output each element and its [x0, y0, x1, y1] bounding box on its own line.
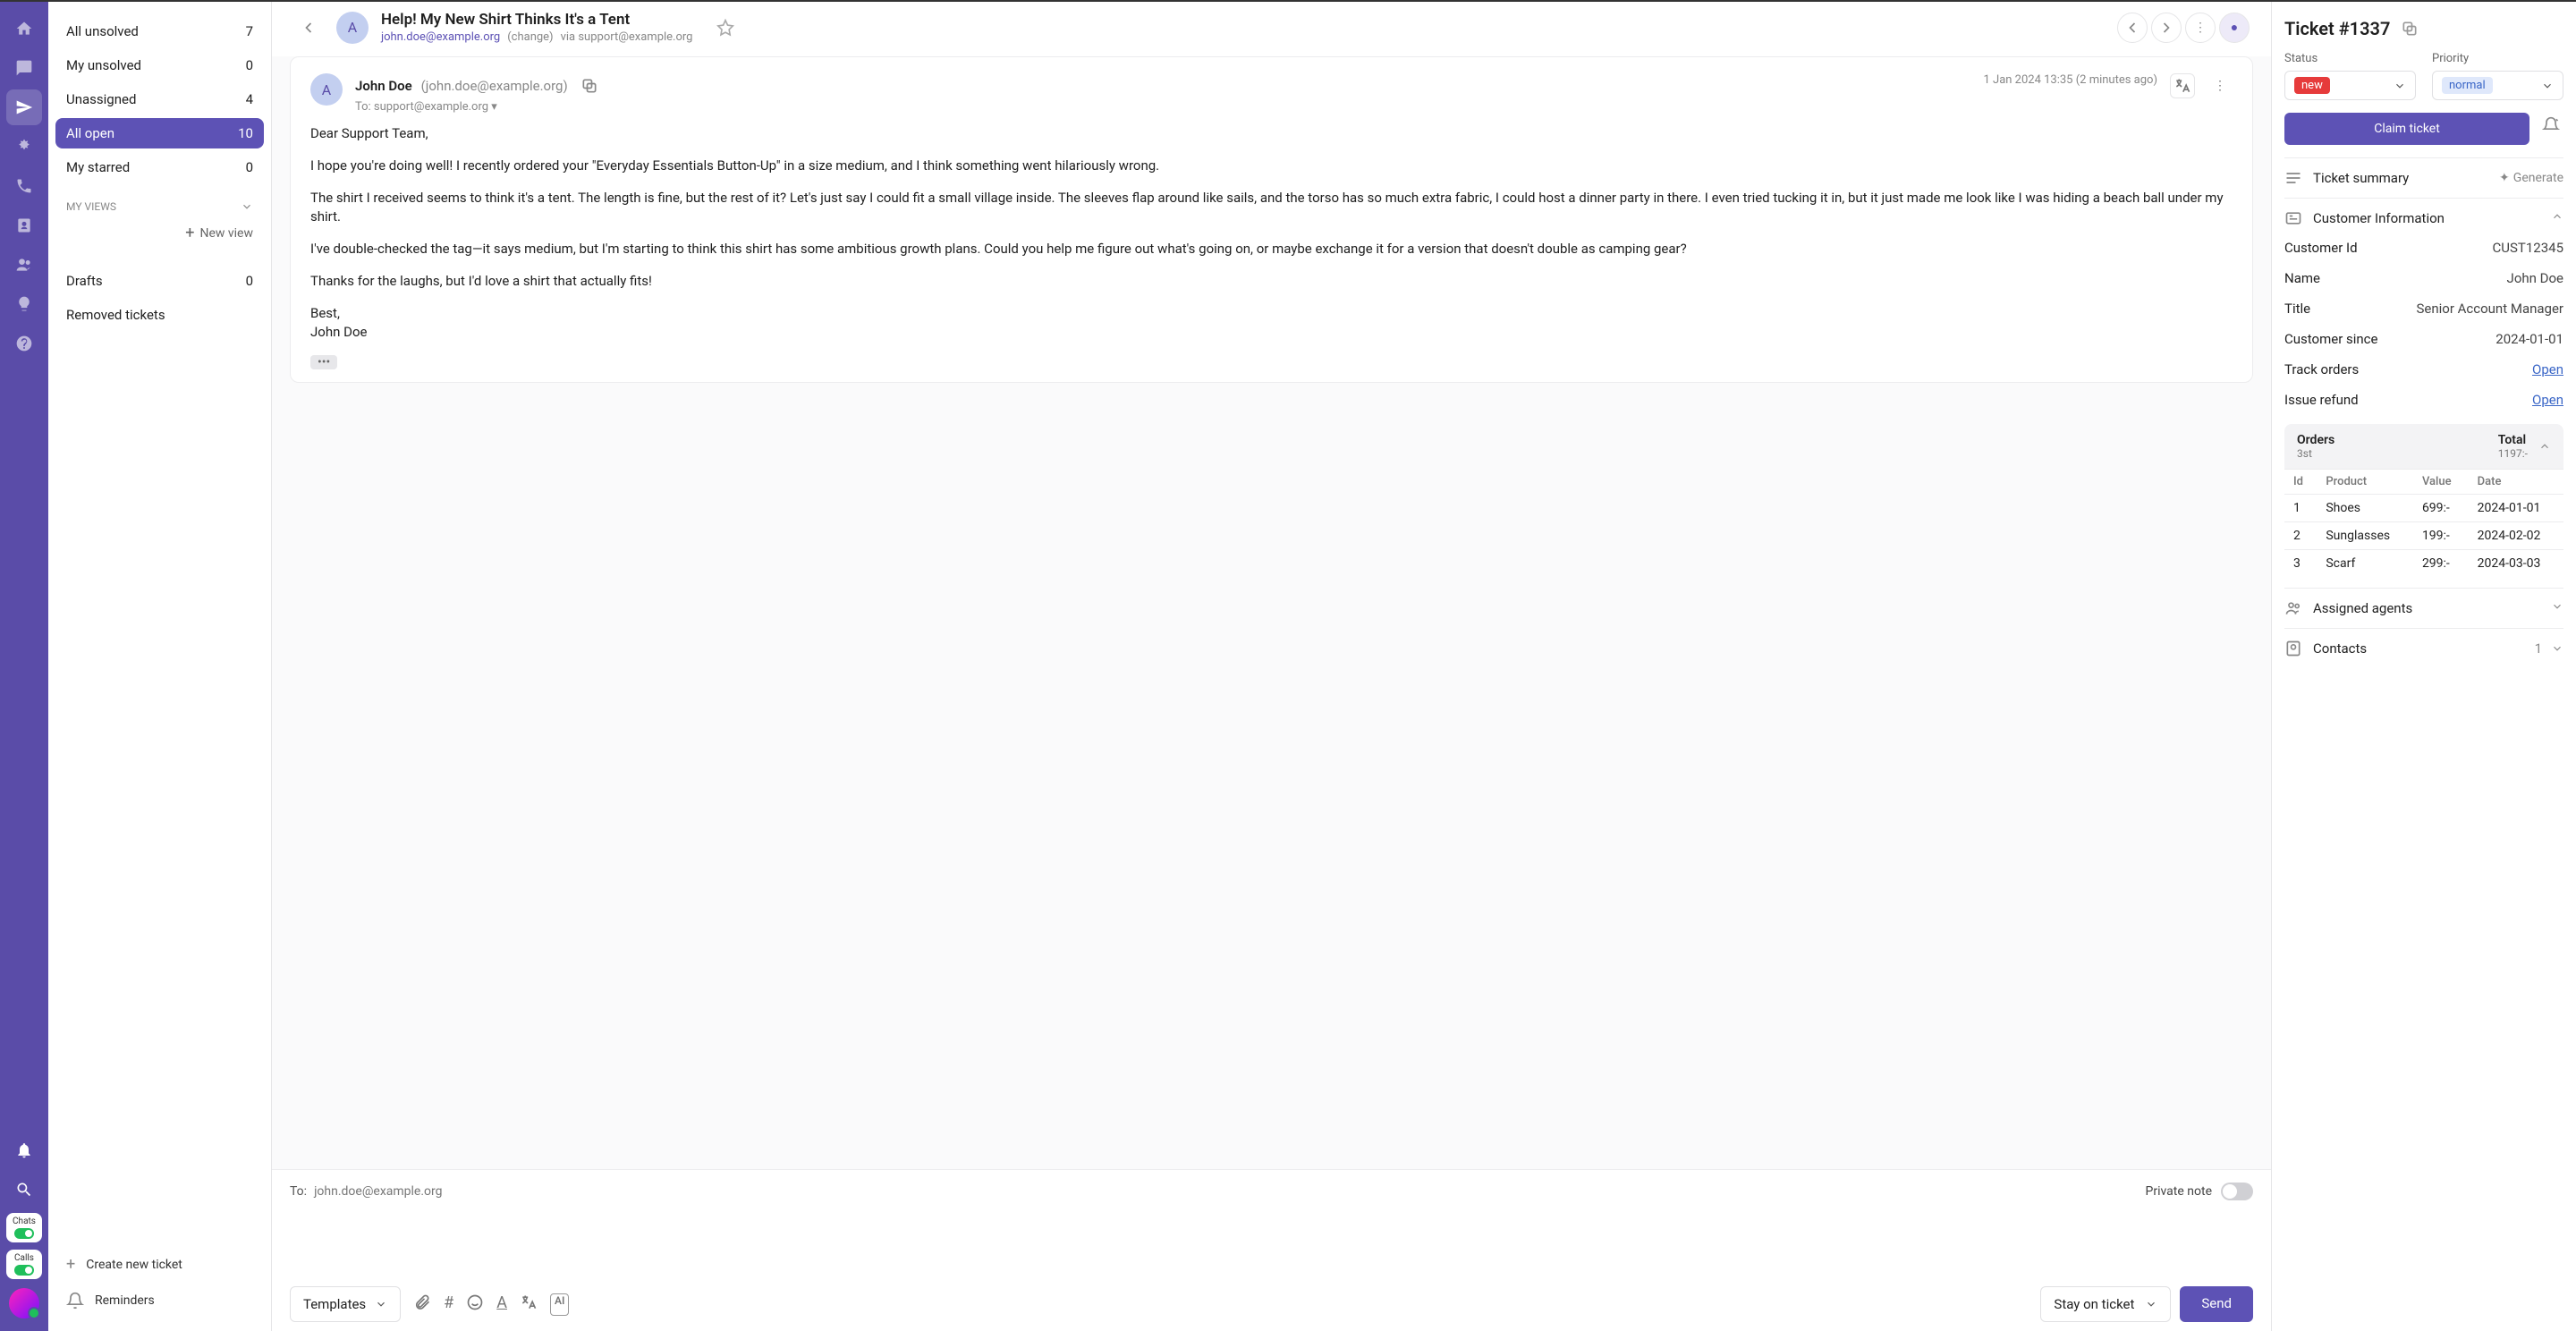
nav-rail: Chats Calls [0, 2, 48, 1331]
message-author-email: (john.doe@example.org) [421, 78, 568, 94]
track-orders-link[interactable]: Open [2532, 361, 2563, 377]
collapse-customer-icon[interactable] [2551, 210, 2563, 226]
generate-button[interactable]: ✦Generate [2499, 171, 2563, 185]
message-avatar: A [310, 73, 343, 106]
message-card: A John Doe (john.doe@example.org) To: su… [290, 56, 2253, 383]
reply-area: To: john.doe@example.org Private note Te… [272, 1169, 2271, 1331]
ticket-more-button[interactable]: ⋮ [2185, 13, 2216, 43]
view-my-unsolved[interactable]: My unsolved0 [55, 50, 264, 81]
status-label: Status [2284, 52, 2416, 65]
order-row: 1Shoes699:-2024-01-01 [2284, 495, 2563, 522]
rail-bulb-icon[interactable] [6, 286, 42, 322]
view-my-starred[interactable]: My starred0 [55, 152, 264, 182]
order-row: 3Scarf299:-2024-03-03 [2284, 550, 2563, 578]
status-select[interactable]: new [2284, 71, 2416, 100]
font-icon[interactable]: A [496, 1293, 507, 1316]
card-icon [2284, 209, 2302, 227]
after-send-select[interactable]: Stay on ticket [2040, 1286, 2171, 1322]
list-icon [2284, 169, 2302, 187]
translate-icon[interactable] [2170, 73, 2195, 98]
rail-contact-icon[interactable] [6, 208, 42, 243]
agents-section[interactable]: Assigned agents [2284, 588, 2563, 628]
to-dropdown-icon[interactable]: ▾ [491, 100, 497, 114]
ticket-avatar: A [336, 12, 369, 44]
rail-people-icon[interactable] [6, 247, 42, 283]
next-ticket-button[interactable] [2151, 13, 2182, 43]
create-ticket-button[interactable]: +Create new ticket [55, 1246, 264, 1283]
contacts-section[interactable]: Contacts 1 [2284, 628, 2563, 668]
people-icon [2284, 599, 2302, 617]
rail-help-icon[interactable] [6, 326, 42, 361]
private-note-label: Private note [2146, 1184, 2212, 1199]
reply-to-value[interactable]: john.doe@example.org [314, 1184, 442, 1199]
ticket-info-button[interactable]: ● [2219, 13, 2250, 43]
orders-box: Orders3st Total1197:- IdProductValueDate… [2284, 424, 2563, 577]
rail-bug-icon[interactable] [6, 129, 42, 165]
ticket-from-email[interactable]: john.doe@example.org [381, 30, 500, 44]
rail-bell-icon[interactable] [6, 1132, 42, 1168]
order-row: 2Sunglasses199:-2024-02-02 [2284, 522, 2563, 550]
ticket-number: Ticket #1337 [2284, 18, 2390, 39]
back-button[interactable] [293, 13, 324, 43]
ticket-via: via support@example.org [561, 30, 693, 44]
priority-select[interactable]: normal [2432, 71, 2563, 100]
view-unassigned[interactable]: Unassigned4 [55, 84, 264, 114]
new-view-button[interactable]: +New view [55, 218, 264, 248]
contact-icon [2284, 640, 2302, 657]
reminders-button[interactable]: Reminders [55, 1283, 264, 1318]
views-sidebar: All unsolved7 My unsolved0 Unassigned4 A… [48, 2, 272, 1331]
view-drafts[interactable]: Drafts0 [55, 266, 264, 296]
hash-icon[interactable]: # [444, 1293, 453, 1316]
prev-ticket-button[interactable] [2117, 13, 2148, 43]
message-body: Dear Support Team, I hope you're doing w… [310, 124, 2233, 343]
expand-quoted-button[interactable]: ••• [310, 355, 337, 369]
claim-ticket-button[interactable]: Claim ticket [2284, 113, 2529, 145]
rail-search-icon[interactable] [6, 1172, 42, 1208]
rail-chats-pill[interactable]: Chats [6, 1213, 42, 1242]
send-button[interactable]: Send [2180, 1286, 2253, 1322]
translate-reply-icon[interactable] [520, 1293, 538, 1316]
summary-section: Ticket summary ✦Generate [2284, 157, 2563, 198]
rail-send-icon[interactable] [6, 89, 42, 125]
attach-icon[interactable] [413, 1293, 431, 1316]
customer-info-label: Customer Information [2313, 210, 2445, 226]
ticket-change-link[interactable]: (change) [507, 30, 553, 44]
copy-email-icon[interactable] [577, 73, 602, 98]
ticket-header: A Help! My New Shirt Thinks It's a Tent … [272, 2, 2271, 56]
rail-chat-icon[interactable] [6, 50, 42, 86]
rail-calls-pill[interactable]: Calls [6, 1250, 42, 1279]
star-button[interactable] [710, 13, 741, 43]
reply-to-label: To: [290, 1184, 307, 1199]
my-views-header[interactable]: MY VIEWS [55, 184, 264, 218]
issue-refund-link[interactable]: Open [2532, 392, 2563, 408]
message-to: To: support@example.org [355, 100, 488, 114]
message-timestamp: 1 Jan 2024 13:35 (2 minutes ago) [1983, 73, 2157, 87]
view-removed[interactable]: Removed tickets [55, 300, 264, 330]
rail-user-avatar[interactable] [9, 1288, 39, 1318]
view-all-unsolved[interactable]: All unsolved7 [55, 16, 264, 47]
rail-phone-icon[interactable] [6, 168, 42, 204]
priority-label: Priority [2432, 52, 2563, 65]
notify-icon[interactable] [2538, 113, 2563, 138]
summary-label: Ticket summary [2313, 170, 2409, 186]
collapse-orders-icon[interactable] [2538, 440, 2551, 453]
details-panel: Ticket #1337 Status new Priority normal … [2272, 2, 2576, 1331]
private-note-toggle[interactable] [2221, 1183, 2253, 1200]
templates-button[interactable]: Templates [290, 1286, 401, 1322]
rail-home-icon[interactable] [6, 11, 42, 47]
copy-ticket-icon[interactable] [2397, 16, 2422, 41]
message-author: John Doe [355, 78, 412, 94]
customer-section: Customer Information Customer IdCUST1234… [2284, 198, 2563, 588]
view-all-open[interactable]: All open10 [55, 118, 264, 148]
ticket-center: A Help! My New Shirt Thinks It's a Tent … [272, 2, 2272, 1331]
ai-icon[interactable]: AI [550, 1293, 569, 1316]
message-more-icon[interactable]: ⋮ [2207, 73, 2233, 98]
emoji-icon[interactable] [466, 1293, 484, 1316]
reply-editor[interactable] [290, 1209, 2253, 1286]
ticket-subject: Help! My New Shirt Thinks It's a Tent [381, 11, 692, 29]
